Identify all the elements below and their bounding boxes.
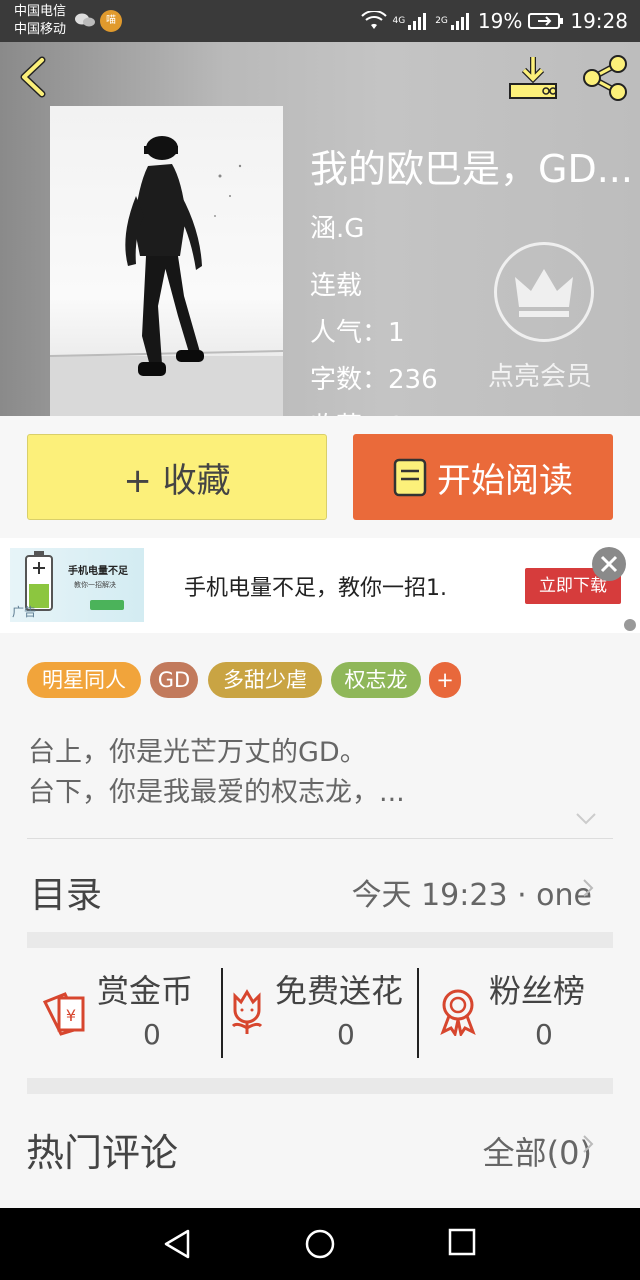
- ad-image-title: 手机电量不足: [68, 566, 128, 577]
- stats-row: ¥ 赏金币 0 免费送花 0 粉丝榜 0: [27, 950, 613, 1076]
- chevron-right-icon: [583, 1135, 594, 1153]
- ad-label: 广告: [12, 605, 37, 619]
- fan-ranking-value: 0: [535, 1018, 553, 1051]
- ad-text[interactable]: 手机电量不足，教你一招1.: [184, 570, 447, 602]
- carrier-primary: 中国电信: [14, 4, 67, 19]
- start-reading-label: 开始阅读: [437, 460, 573, 501]
- ad-info-icon[interactable]: [622, 618, 638, 632]
- status-indicators: 4G 2G 19% 19:28: [360, 8, 628, 34]
- nav-home-icon[interactable]: [304, 1228, 336, 1260]
- wechat-icon: [75, 13, 95, 27]
- ad-image-button: [90, 600, 124, 610]
- tag-gd[interactable]: GD: [150, 662, 198, 698]
- download-icon[interactable]: [506, 54, 560, 102]
- tag-kwon-jiyong[interactable]: 权志龙: [331, 662, 421, 698]
- action-bar: + 收藏 开始阅读: [0, 416, 640, 538]
- book-icon: [393, 458, 427, 497]
- app-notification-icon: 喵: [100, 10, 122, 32]
- collect-count: 收藏：0: [310, 406, 405, 416]
- chevron-right-icon: [583, 879, 594, 897]
- reward-coins-value: 0: [143, 1018, 161, 1051]
- divider: [27, 838, 613, 839]
- toc-row[interactable]: 目录 今天 19:23 · one: [0, 840, 640, 932]
- ad-banner[interactable]: 手机电量不足 教你一招解决 广告 手机电量不足，教你一招1. 立即下载: [0, 538, 640, 633]
- fan-ranking-label: 粉丝榜: [489, 972, 586, 1010]
- close-icon[interactable]: [592, 547, 626, 581]
- status-bar: 中国电信 中国移动 喵 4G 2G 19% 19:28: [0, 0, 640, 42]
- free-flowers-label: 免费送花: [275, 972, 404, 1010]
- ad-image-subtitle: 教你一招解决: [74, 581, 116, 589]
- free-flowers[interactable]: 免费送花 0: [223, 966, 417, 1058]
- wifi-icon: [360, 11, 387, 29]
- free-flowers-value: 0: [337, 1018, 355, 1051]
- popularity-count: 人气：1: [310, 318, 405, 348]
- signal-icon: [408, 13, 427, 30]
- system-nav-bar: [0, 1208, 640, 1280]
- book-header: 我的欧巴是，GD... 涵.G 连载 人气：1 字数：236 收藏：0 点亮会员: [0, 42, 640, 416]
- nav-recents-icon[interactable]: [448, 1228, 476, 1256]
- red-envelope-icon: ¥: [42, 992, 85, 1036]
- summary-line-2: 台下，你是我最爱的权志龙，...: [28, 777, 405, 808]
- word-count: 字数：236: [310, 365, 438, 395]
- battery-icon: [528, 13, 564, 29]
- medal-icon: [440, 989, 476, 1036]
- serial-status: 连载: [310, 271, 363, 301]
- signal-icon: [450, 13, 469, 30]
- hot-comments-row[interactable]: 热门评论 全部(0): [0, 1094, 640, 1204]
- vip-crown-icon[interactable]: [494, 242, 594, 342]
- section-separator: [27, 1078, 613, 1094]
- cover-figure-image: [50, 136, 283, 416]
- svg-text:¥: ¥: [66, 1006, 76, 1025]
- vip-label[interactable]: 点亮会员: [488, 356, 592, 393]
- clock: 19:28: [570, 9, 628, 33]
- tag-sweet[interactable]: 多甜少虐: [208, 662, 322, 698]
- flower-icon: [231, 989, 263, 1034]
- section-separator: [27, 932, 613, 948]
- summary-line-1: 台上，你是光芒万丈的GD。: [28, 737, 367, 768]
- share-icon[interactable]: [578, 52, 632, 104]
- network-type-2: 2G: [435, 16, 448, 26]
- book-title: 我的欧巴是，GD...: [310, 147, 633, 191]
- all-comments-link[interactable]: 全部(0): [483, 1128, 592, 1174]
- author-name[interactable]: 涵.G: [310, 208, 364, 245]
- start-reading-button[interactable]: 开始阅读: [353, 434, 613, 520]
- reward-coins-label: 赏金币: [97, 972, 194, 1010]
- toc-label: 目录: [30, 875, 103, 916]
- reward-coins[interactable]: ¥ 赏金币 0: [27, 966, 221, 1058]
- nav-back-icon[interactable]: [162, 1228, 192, 1260]
- latest-update: 今天 19:23 · one: [351, 878, 592, 913]
- book-cover[interactable]: [50, 106, 283, 416]
- hot-comments-label: 热门评论: [26, 1131, 179, 1175]
- carrier-secondary: 中国移动: [14, 22, 67, 37]
- chevron-down-icon[interactable]: [575, 812, 597, 826]
- tag-star-fanfic[interactable]: 明星同人: [27, 662, 141, 698]
- add-tag-button[interactable]: +: [429, 662, 461, 698]
- collect-button[interactable]: + 收藏: [27, 434, 327, 520]
- fan-ranking[interactable]: 粉丝榜 0: [419, 966, 613, 1058]
- battery-percent: 19%: [477, 9, 523, 33]
- network-type-1: 4G: [392, 16, 406, 26]
- back-icon[interactable]: [14, 54, 54, 100]
